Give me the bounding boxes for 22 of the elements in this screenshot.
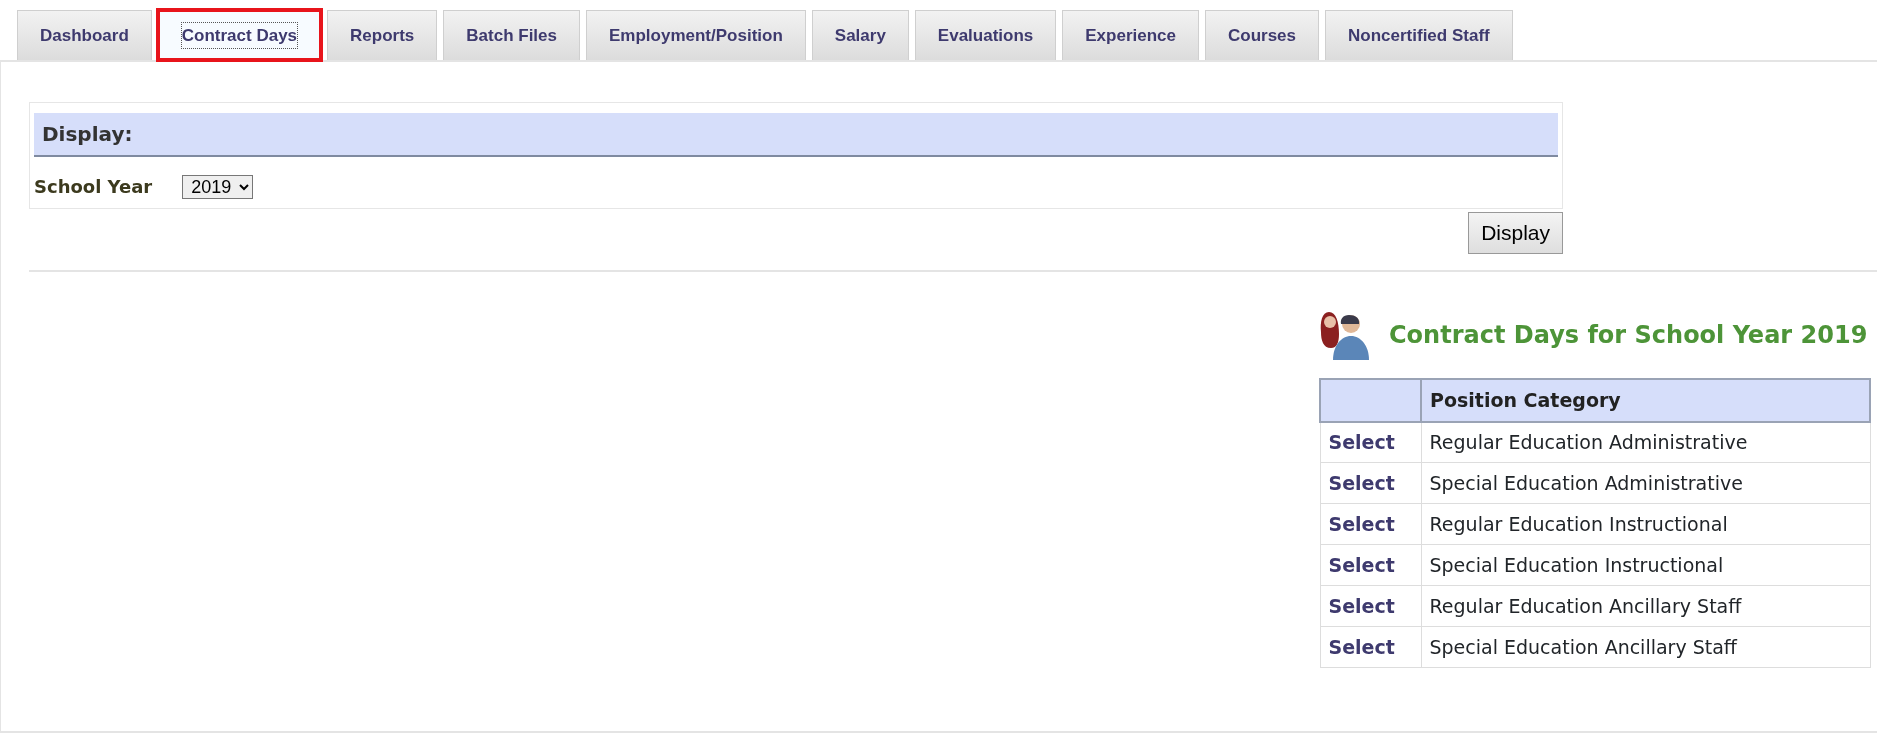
display-button[interactable]: Display (1468, 212, 1563, 254)
table-cell: Special Education Administrative (1421, 462, 1870, 504)
nav-tab[interactable]: Noncertified Staff (1325, 10, 1513, 60)
column-header: Position Category (1421, 378, 1870, 422)
nav-tab[interactable]: Contract Days (157, 10, 322, 60)
results-title: Contract Days for School Year 2019 (1389, 319, 1868, 351)
nav-tab[interactable]: Dashboard (17, 10, 152, 60)
table-cell: Special Education Instructional (1421, 544, 1870, 586)
nav-tab[interactable]: Reports (327, 10, 438, 60)
panel-header: Display: (34, 113, 1558, 157)
table-cell: Special Education Ancillary Staff (1421, 626, 1870, 668)
nav-tab[interactable]: Experience (1062, 10, 1199, 60)
table-cell: Regular Education Ancillary Staff (1421, 585, 1870, 627)
nav-tab[interactable]: Evaluations (914, 10, 1057, 60)
table-cell: Regular Education Administrative (1421, 421, 1870, 463)
nav-tab[interactable]: Employment/Position (586, 10, 806, 60)
nav-tab[interactable]: Batch Files (443, 10, 580, 60)
school-year-select[interactable]: 2019 (182, 174, 254, 199)
nav-tab[interactable]: Courses (1205, 10, 1320, 60)
school-year-label: School Year (34, 175, 153, 199)
nav-tab[interactable]: Salary (811, 10, 909, 60)
table-cell: Regular Education Instructional (1421, 503, 1870, 545)
